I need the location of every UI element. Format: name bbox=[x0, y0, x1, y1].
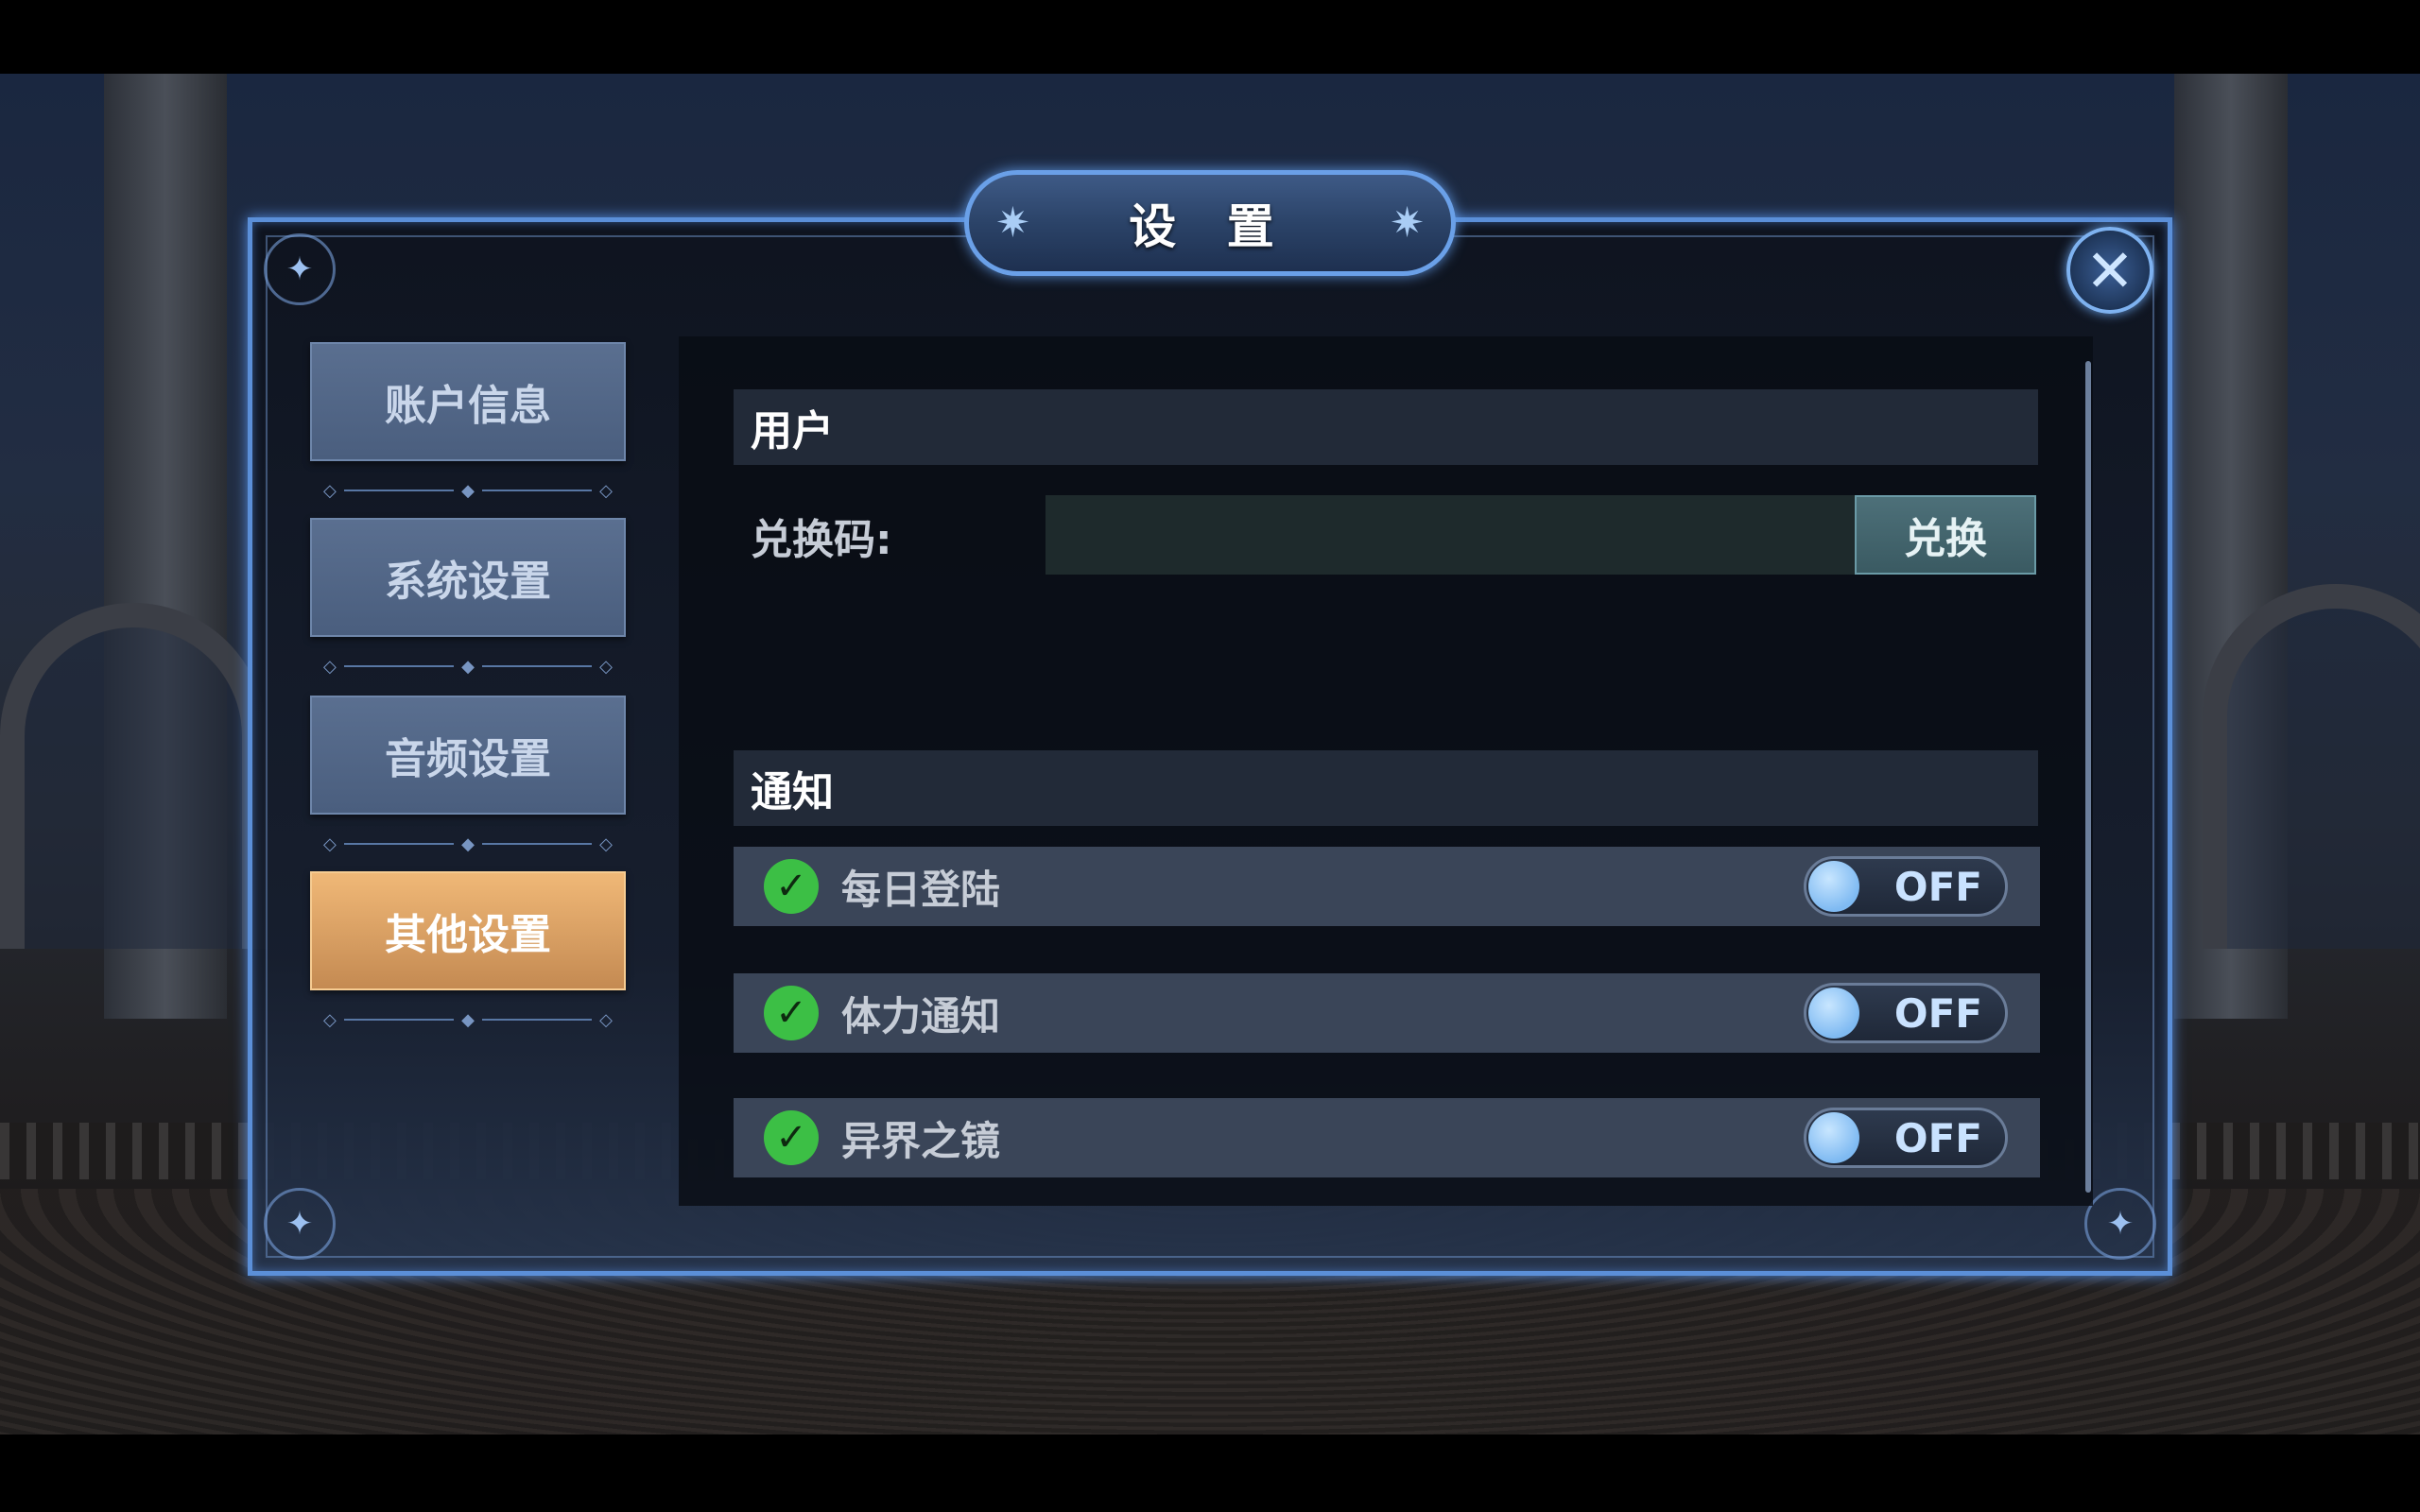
notification-label: 异界之镜 bbox=[841, 1117, 1001, 1164]
daily-login-toggle[interactable]: OFF bbox=[1804, 856, 2008, 917]
check-icon[interactable]: ✓ bbox=[764, 859, 819, 914]
stamina-toggle[interactable]: OFF bbox=[1804, 983, 2008, 1043]
notification-row-stamina: ✓ 体力通知 OFF bbox=[734, 973, 2040, 1053]
star-ornament-icon: ✷ bbox=[995, 198, 1030, 248]
mirror-toggle[interactable]: OFF bbox=[1804, 1108, 2008, 1168]
sidebar-item-label: 账户信息 bbox=[385, 382, 551, 430]
background-arch bbox=[0, 603, 267, 949]
notification-label: 体力通知 bbox=[841, 992, 1001, 1040]
sidebar-divider: ◇ ◆ ◇ bbox=[323, 480, 613, 501]
content-scrollbar[interactable] bbox=[2085, 361, 2091, 1193]
toggle-knob bbox=[1808, 988, 1859, 1039]
sidebar-item-label: 音频设置 bbox=[385, 735, 551, 783]
dialog-title: 设 置 bbox=[1129, 199, 1291, 254]
sidebar-item-system-settings[interactable]: 系统设置 bbox=[310, 518, 626, 637]
user-section-header: 用户 bbox=[734, 389, 2038, 465]
sidebar-divider: ◇ ◆ ◇ bbox=[323, 833, 613, 854]
sidebar-divider: ◇ ◆ ◇ bbox=[323, 1009, 613, 1030]
corner-rune-icon: ✦ bbox=[264, 233, 336, 305]
notification-label: 每日登陆 bbox=[841, 866, 1001, 913]
toggle-state: OFF bbox=[1893, 989, 1982, 1037]
notification-section-header: 通知 bbox=[734, 750, 2038, 826]
toggle-knob bbox=[1808, 1112, 1859, 1163]
check-icon[interactable]: ✓ bbox=[764, 1110, 819, 1165]
toggle-state: OFF bbox=[1893, 863, 1982, 910]
notification-row-daily-login: ✓ 每日登陆 OFF bbox=[734, 847, 2040, 926]
corner-rune-icon: ✦ bbox=[2084, 1188, 2156, 1260]
sidebar-item-label: 系统设置 bbox=[385, 558, 551, 606]
star-ornament-icon: ✷ bbox=[1390, 198, 1425, 248]
redeem-code-input[interactable] bbox=[1046, 495, 1858, 575]
toggle-state: OFF bbox=[1893, 1114, 1982, 1161]
toggle-knob bbox=[1808, 861, 1859, 912]
check-icon[interactable]: ✓ bbox=[764, 986, 819, 1040]
sidebar-item-audio-settings[interactable]: 音频设置 bbox=[310, 696, 626, 815]
redeem-code-label: 兑换码: bbox=[751, 516, 892, 564]
background-arch bbox=[2203, 584, 2420, 949]
corner-rune-icon: ✦ bbox=[264, 1188, 336, 1260]
close-button[interactable]: ✕ bbox=[2066, 227, 2153, 314]
sidebar-item-account-info[interactable]: 账户信息 bbox=[310, 342, 626, 461]
close-icon: ✕ bbox=[2085, 235, 2135, 305]
sidebar-divider: ◇ ◆ ◇ bbox=[323, 656, 613, 677]
dialog-title-plate: ✷ 设 置 ✷ bbox=[964, 170, 1456, 276]
sidebar-item-other-settings[interactable]: 其他设置 bbox=[310, 871, 626, 990]
sidebar-item-label: 其他设置 bbox=[385, 911, 551, 959]
redeem-button[interactable]: 兑换 bbox=[1855, 495, 2036, 575]
notification-row-mirror: ✓ 异界之镜 OFF bbox=[734, 1098, 2040, 1177]
